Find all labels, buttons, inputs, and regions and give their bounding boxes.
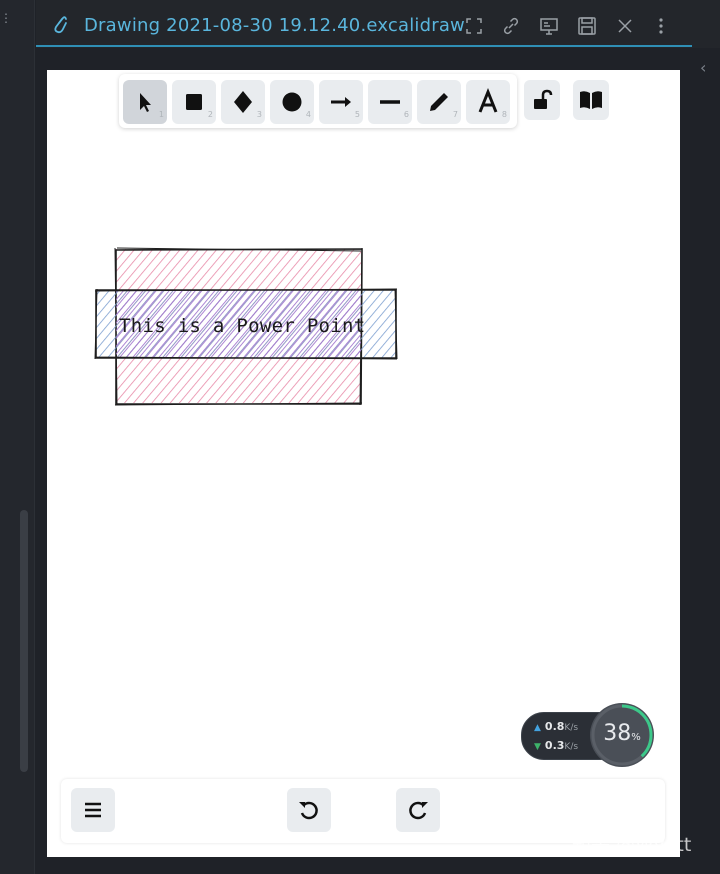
cpu-gauge[interactable]: 38%: [590, 703, 654, 767]
download-arrow-icon: ▼: [534, 742, 541, 752]
chevron-left-icon[interactable]: ‹: [700, 58, 706, 77]
sidebar-scrollbar[interactable]: [20, 510, 28, 772]
menu-icon: [85, 802, 101, 818]
upload-speed: ▲ 0.8K/s: [534, 720, 578, 733]
watermark: 知乎 @Wyatt: [572, 834, 692, 856]
file-title[interactable]: Drawing 2021-08-30 19.12.40.excalidraw: [84, 15, 465, 36]
paperclip-icon: [54, 16, 67, 34]
sidebar-more-icon[interactable]: ⋮: [0, 12, 12, 24]
download-unit: K/s: [564, 742, 579, 752]
more-vertical-icon[interactable]: [651, 16, 671, 36]
upload-arrow-icon: ▲: [534, 723, 541, 733]
upload-value: 0.8: [544, 720, 565, 733]
active-tab-underline: [36, 45, 692, 47]
redo-button[interactable]: [396, 788, 440, 832]
gauge-value: 38: [603, 721, 632, 746]
save-icon[interactable]: [577, 16, 597, 36]
tab-header: Drawing 2021-08-30 19.12.40.excalidraw: [36, 0, 720, 48]
drawing-text[interactable]: This is a Power Point: [119, 315, 366, 337]
undo-button[interactable]: [287, 788, 331, 832]
fullscreen-icon[interactable]: [464, 16, 484, 36]
close-icon[interactable]: [615, 16, 635, 36]
gauge-percent: 38%: [590, 721, 654, 746]
gauge-percent-sign: %: [631, 732, 641, 743]
excalidraw-canvas[interactable]: 1 2 3 4 5 6 7 8 This is a Power Point ▲ …: [47, 70, 680, 857]
menu-button[interactable]: [71, 788, 115, 832]
link-icon[interactable]: [501, 16, 521, 36]
left-sidebar: ⋮: [0, 0, 35, 874]
download-speed: ▼ 0.3K/s: [534, 739, 578, 752]
presentation-icon[interactable]: [539, 16, 559, 36]
download-value: 0.3: [544, 739, 565, 752]
redo-icon: [409, 801, 428, 820]
undo-icon: [299, 801, 318, 820]
upload-unit: K/s: [564, 723, 579, 733]
